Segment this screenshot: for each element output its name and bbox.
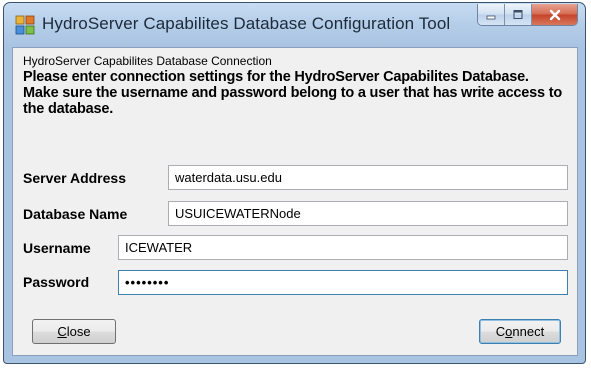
window-title: HydroServer Capabilites Database Configu… [42, 14, 451, 33]
database-name-label: Database Name [23, 206, 128, 222]
connect-button-label-start: C [495, 324, 506, 339]
close-button-mnemonic: C [57, 324, 67, 339]
connect-button[interactable]: Co nnect [479, 319, 561, 344]
username-label: Username [23, 240, 91, 256]
maximize-icon [513, 10, 523, 19]
dialog-body: HydroServer Capabilites Database Connect… [12, 47, 578, 356]
server-address-label: Server Address [23, 170, 126, 186]
database-name-input[interactable]: USUICEWATERNode [168, 201, 568, 226]
connect-button-mnemonic: o [505, 324, 513, 339]
connect-button-label-end: nnect [512, 324, 545, 339]
caption-buttons [477, 4, 578, 26]
minimize-button[interactable] [478, 4, 505, 25]
connection-group-label: HydroServer Capabilites Database Connect… [23, 54, 272, 68]
app-icon [15, 15, 35, 35]
password-label: Password [23, 274, 90, 290]
close-button[interactable]: Close [32, 319, 116, 344]
minimize-icon [486, 15, 496, 19]
instructions-text: Please enter connection settings for the… [23, 69, 562, 117]
close-window-button[interactable] [532, 4, 577, 25]
app-window: HydroServer Capabilites Database Configu… [3, 2, 586, 364]
close-icon [549, 9, 560, 20]
maximize-button[interactable] [505, 4, 532, 25]
close-button-label: lose [66, 324, 91, 339]
server-address-input[interactable]: waterdata.usu.edu [168, 165, 568, 190]
username-input[interactable]: ICEWATER [118, 235, 568, 260]
title-bar[interactable]: HydroServer Capabilites Database Configu… [4, 3, 585, 47]
password-input[interactable]: •••••••• [118, 270, 568, 295]
